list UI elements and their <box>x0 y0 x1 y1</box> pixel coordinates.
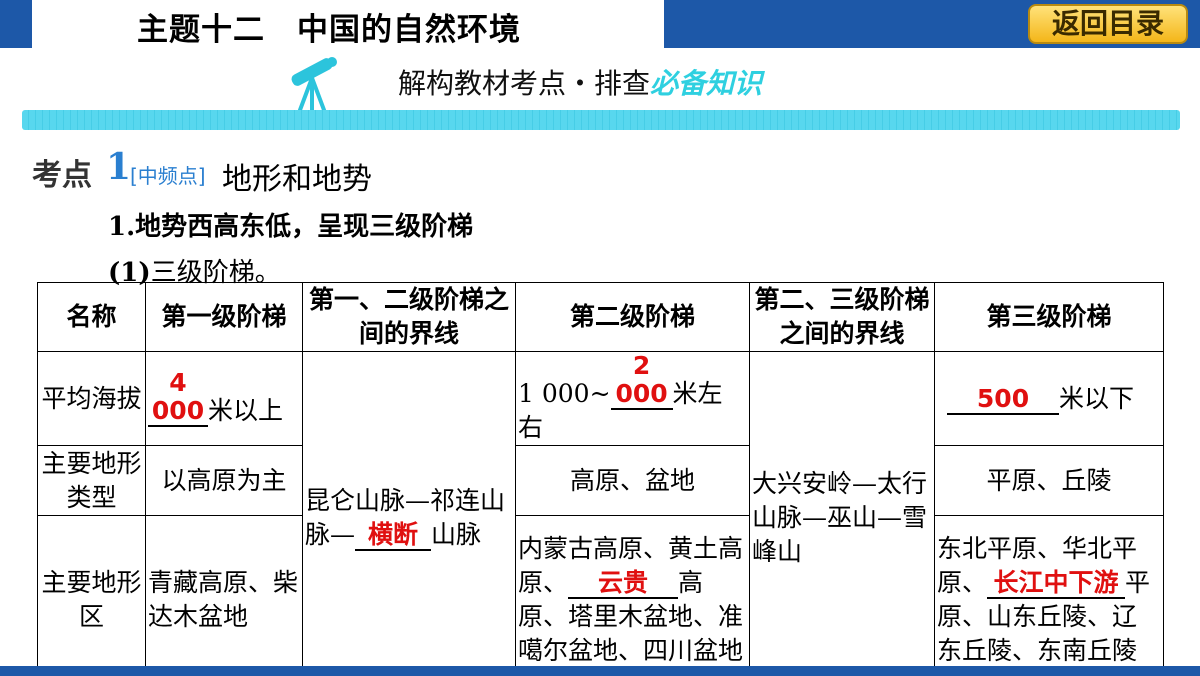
subtitle-plain: 解构教材考点・排查 <box>398 67 651 100</box>
third-step-region: 东北平原、华北平原、 长江中下游 平原、山东丘陵、辽东丘陵、东南丘陵 <box>934 515 1164 676</box>
second-step-elevation: 1 000~2 000 米左右 <box>515 351 750 446</box>
table-row-elevation: 平均海拔 4 000 米以上 昆仑山脉—祁连山脉— 横断 山脉 1 000~2 000… <box>37 351 1164 676</box>
second-step-landform-type: 高原、盆地 <box>515 445 750 516</box>
page-title: 主题十二 中国的自然环境 <box>137 12 521 48</box>
column-header: 第一级阶梯 <box>145 282 303 352</box>
section-subtitle: 解构教材考点・排查必备知识 <box>398 62 762 102</box>
frequency-tag: [中频点] <box>130 164 206 188</box>
telescope-icon <box>291 57 337 112</box>
answer-blank: 横断 <box>355 520 432 551</box>
column-header: 第二级阶梯 <box>515 282 750 352</box>
boundary-second-third: 大兴安岭—太行山脉—巫山—雪峰山 <box>749 351 935 676</box>
column-header: 第二、三级阶梯之间的界线 <box>749 282 935 352</box>
row-label: 主要地形区 <box>37 515 146 676</box>
three-steps-table: 名称 第一级阶梯 第一、二级阶梯之间的界线 第二级阶梯 第二、三级阶梯之间的界线… <box>37 282 1164 676</box>
answer-blank: 4 000 <box>148 369 208 427</box>
bottom-bar <box>0 666 1200 676</box>
second-step-region: 内蒙古高原、黄土高原、 云贵 高原、塔里木盆地、准噶尔盆地、四川盆地 <box>515 515 750 676</box>
subtitle-emphasis: 必备知识 <box>650 67 763 100</box>
row-label: 主要地形类型 <box>37 445 146 516</box>
third-step-landform-type: 平原、丘陵 <box>934 445 1164 516</box>
boundary-first-second: 昆仑山脉—祁连山脉— 横断 山脉 <box>302 351 516 676</box>
answer-blank: 长江中下游 <box>987 568 1126 599</box>
answer-blank: 2 000 <box>610 352 673 410</box>
decorative-cyan-bar <box>22 110 1180 130</box>
back-to-contents-button[interactable]: 返回目录 <box>1028 4 1188 44</box>
first-step-elevation: 4 000 米以上 <box>145 351 303 446</box>
kaodian-label: 考点 <box>32 158 92 193</box>
table-row-landform-type: 主要地形类型 以高原为主 高原、盆地 平原、丘陵 <box>37 445 1164 516</box>
answer-blank: 云贵 <box>568 568 679 599</box>
answer-blank: 500 <box>947 384 1059 415</box>
section-heading-1: 1.地势西高东低，呈现三级阶梯 <box>108 212 474 242</box>
row-label: 平均海拔 <box>37 351 146 446</box>
column-header: 第三级阶梯 <box>934 282 1164 352</box>
third-step-elevation: 500 米以下 <box>934 351 1164 446</box>
column-header: 名称 <box>37 282 146 352</box>
table-row-landform-region: 主要地形区 青藏高原、柴达木盆地 内蒙古高原、黄土高原、 云贵 高原、塔里木盆地、准… <box>37 515 1164 676</box>
table-header-row: 名称 第一级阶梯 第一、二级阶梯之间的界线 第二级阶梯 第二、三级阶梯之间的界线… <box>37 282 1164 352</box>
topic-title: 地形和地势 <box>222 162 372 197</box>
first-step-region: 青藏高原、柴达木盆地 <box>145 515 303 676</box>
kaodian-number: 1 <box>106 146 132 188</box>
first-step-landform-type: 以高原为主 <box>145 445 303 516</box>
column-header: 第一、二级阶梯之间的界线 <box>302 282 516 352</box>
